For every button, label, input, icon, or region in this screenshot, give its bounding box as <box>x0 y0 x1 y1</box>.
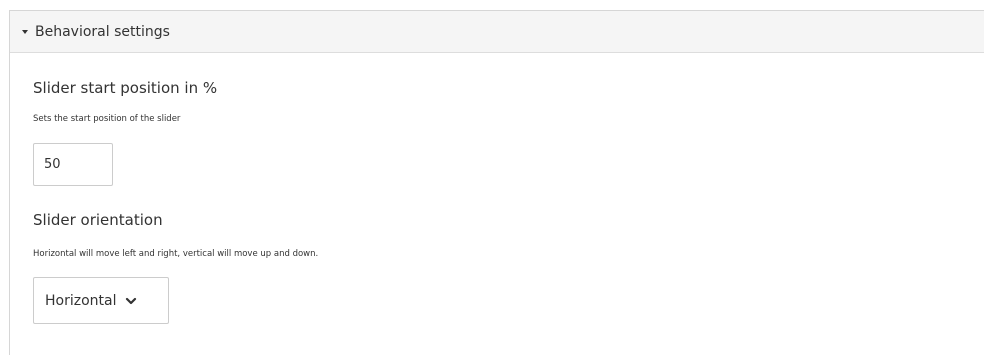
panel-header-toggle[interactable]: Behavioral settings <box>10 11 984 53</box>
chevron-down-icon <box>126 297 137 304</box>
start-position-description: Sets the start position of the slider <box>33 114 181 124</box>
start-position-label: Slider start position in % <box>33 79 218 97</box>
panel-title: Behavioral settings <box>35 23 170 40</box>
caret-down-icon <box>22 30 28 34</box>
orientation-description: Horizontal will move left and right, ver… <box>33 249 319 259</box>
start-position-input[interactable] <box>33 143 113 186</box>
behavioral-settings-panel: Behavioral settings Slider start positio… <box>9 10 984 355</box>
orientation-select[interactable]: Horizontal <box>33 277 169 324</box>
orientation-label: Slider orientation <box>33 211 163 229</box>
orientation-selected-value: Horizontal <box>45 292 117 309</box>
